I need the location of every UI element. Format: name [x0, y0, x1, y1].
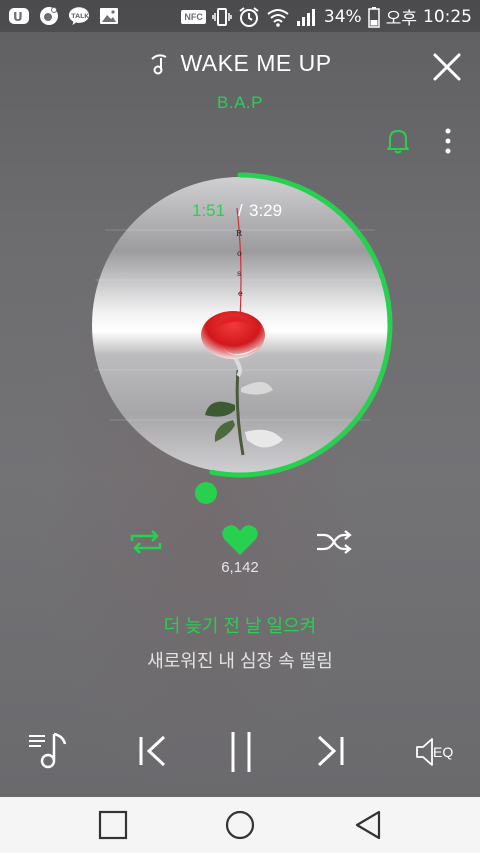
- heart-icon[interactable]: [221, 523, 259, 557]
- title-row: WAKE ME UP: [0, 50, 480, 86]
- more-options-icon[interactable]: [440, 126, 456, 156]
- eq-label: EQ: [433, 744, 454, 760]
- previous-track-icon[interactable]: [136, 733, 170, 769]
- back-icon[interactable]: [350, 807, 386, 843]
- wifi-icon: [267, 8, 289, 27]
- svg-text:U: U: [13, 10, 23, 24]
- vibrate-icon: [212, 7, 232, 26]
- song-title: WAKE ME UP: [180, 50, 332, 76]
- equalizer-button[interactable]: EQ: [414, 735, 458, 769]
- like-count: 6,142: [221, 559, 259, 576]
- gallery-icon: [100, 8, 118, 24]
- kakaotalk-icon: TALK: [68, 7, 90, 26]
- pause-icon[interactable]: [226, 730, 256, 774]
- svg-text:e: e: [238, 289, 243, 298]
- ampm-label: 오후: [385, 9, 417, 29]
- seek-handle[interactable]: [193, 480, 219, 506]
- u-plus-icon: U: [9, 8, 29, 24]
- bell-icon[interactable]: [385, 127, 411, 155]
- clock-time: 10:25: [423, 6, 472, 27]
- close-icon[interactable]: [432, 52, 462, 82]
- artist-name[interactable]: B.A.P: [0, 93, 480, 113]
- nfc-icon: NFC: [181, 9, 206, 24]
- lyric-next-line[interactable]: 새로워진 내 심장 속 떨림: [0, 647, 480, 673]
- svg-text:R: R: [236, 229, 243, 238]
- system-nav-bar: [0, 797, 480, 853]
- battery-icon: [367, 6, 380, 28]
- lyric-current-line[interactable]: 더 늦기 전 날 일으켜: [0, 612, 480, 638]
- svg-text:s: s: [237, 269, 241, 278]
- next-track-icon[interactable]: [313, 733, 347, 769]
- signal-icon: [296, 8, 315, 26]
- current-time: 1:51: [192, 201, 226, 220]
- svg-text:TALK: TALK: [71, 12, 90, 20]
- repeat-icon[interactable]: [128, 528, 164, 556]
- player-screen: U TALK NFC 34% 오후 10:25 WAKE ME UP B.A.P…: [0, 0, 480, 797]
- music-note-icon: [151, 53, 167, 74]
- recent-apps-icon[interactable]: [95, 807, 131, 843]
- total-time: 3:29: [249, 201, 283, 220]
- status-bar: U TALK NFC 34% 오후 10:25: [0, 0, 480, 32]
- time-separator: /: [238, 201, 243, 220]
- playlist-icon[interactable]: [27, 730, 69, 772]
- home-icon[interactable]: [222, 807, 258, 843]
- shuffle-icon[interactable]: [315, 528, 353, 556]
- alarm-icon: [239, 6, 259, 27]
- battery-percent: 34%: [323, 6, 362, 27]
- music-notification-icon: [40, 7, 58, 25]
- svg-text:o: o: [237, 249, 242, 258]
